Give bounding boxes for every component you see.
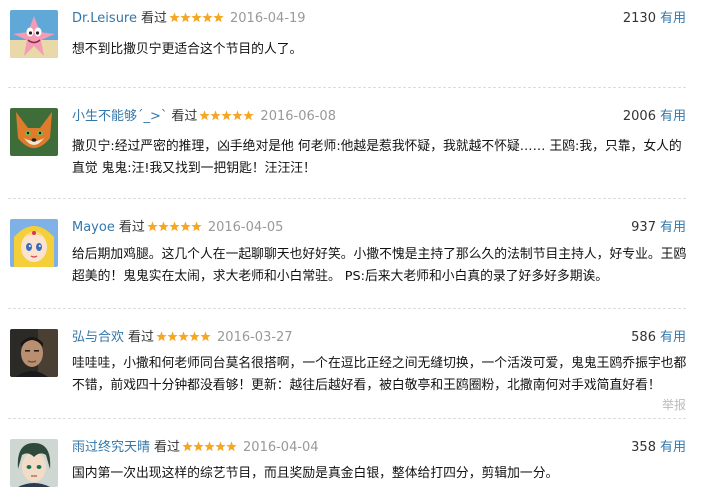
- star-icon: [204, 441, 215, 452]
- watch-status: 看过: [154, 440, 181, 455]
- star-icon: [178, 331, 189, 342]
- star-icon: [169, 12, 180, 23]
- user-name-link[interactable]: 雨过终究天晴: [72, 440, 150, 455]
- rating-stars: [199, 110, 255, 121]
- useful-button[interactable]: 有用: [660, 11, 686, 26]
- divider: [8, 87, 686, 88]
- cartoon-starfish-avatar-icon[interactable]: [10, 10, 58, 58]
- star-icon: [232, 110, 244, 121]
- review-list: Dr.Leisure 看过 2016-04-19 2130 有用 想不到比撒贝宁更适合…: [0, 0, 701, 498]
- star-icon: [189, 331, 200, 342]
- watch-status: 看过: [128, 330, 155, 345]
- star-icon: [182, 441, 193, 452]
- review-date: 2016-04-19: [230, 11, 306, 26]
- vote-area: 937 有用: [631, 219, 686, 237]
- review-header: 雨过终究天晴 看过 2016-04-04: [72, 439, 319, 457]
- star-icon: [156, 331, 167, 342]
- watch-status: 看过: [141, 11, 168, 26]
- star-icon: [199, 110, 211, 121]
- star-icon: [180, 12, 191, 23]
- vote-area: 586 有用: [631, 329, 686, 347]
- review-date: 2016-06-08: [260, 109, 336, 124]
- useful-button[interactable]: 有用: [660, 220, 686, 235]
- star-icon: [213, 12, 224, 23]
- divider: [8, 418, 686, 419]
- useful-button[interactable]: 有用: [660, 330, 686, 345]
- watch-status: 看过: [171, 109, 198, 124]
- anime-girl-avatar-icon[interactable]: [10, 219, 58, 267]
- review-content: 哇哇哇，小撒和何老师同台莫名很搭啊，一个在逗比正经之间无缝切换，一个活泼可爱，鬼…: [72, 356, 687, 393]
- anime-boy-avatar-icon[interactable]: [10, 439, 58, 487]
- star-icon: [191, 221, 202, 232]
- review-header: Mayoe 看过 2016-04-05: [72, 219, 283, 237]
- review-header: 小生不能够ˊ_>ˋ 看过 2016-06-08: [72, 108, 336, 126]
- vote-area: 2006 有用: [623, 108, 686, 126]
- vote-count: 937: [631, 220, 656, 235]
- report-link[interactable]: 举报: [662, 396, 686, 413]
- star-icon: [202, 12, 213, 23]
- vote-count: 358: [631, 440, 656, 455]
- review-content: 想不到比撒贝宁更适合这个节目的人了。: [72, 42, 303, 57]
- rating-stars: [156, 331, 211, 342]
- star-icon: [215, 441, 226, 452]
- star-icon: [243, 110, 255, 121]
- divider: [8, 308, 686, 309]
- review-content: 给后期加鸡腿。这几个人在一起聊聊天也好好笑。小撒不愧是主持了那么久的法制节目主持…: [72, 247, 687, 284]
- rating-stars: [169, 12, 224, 23]
- review-date: 2016-04-04: [243, 440, 319, 455]
- star-icon: [200, 331, 211, 342]
- star-icon: [147, 221, 158, 232]
- review-content: 国内第一次出现这样的综艺节目，而且奖励是真金白银，整体给打四分，剪辑加一分。: [72, 466, 559, 481]
- user-name-link[interactable]: 小生不能够ˊ_>ˋ: [72, 109, 167, 124]
- review-header: Dr.Leisure 看过 2016-04-19: [72, 10, 306, 28]
- useful-button[interactable]: 有用: [660, 109, 686, 124]
- rating-stars: [182, 441, 237, 452]
- divider: [8, 198, 686, 199]
- star-icon: [226, 441, 237, 452]
- user-name-link[interactable]: 弘与合欢: [72, 330, 124, 345]
- star-icon: [193, 441, 204, 452]
- star-icon: [221, 110, 233, 121]
- man-portrait-avatar-icon[interactable]: [10, 329, 58, 377]
- review-content: 撒贝宁:经过严密的推理，凶手绝对是他 何老师:他越是惹我怀疑，我就越不怀疑…… …: [72, 139, 682, 176]
- review-date: 2016-04-05: [207, 220, 284, 235]
- review-header: 弘与合欢 看过 2016-03-27: [72, 329, 293, 347]
- watch-status: 看过: [118, 220, 145, 235]
- star-icon: [191, 12, 202, 23]
- vote-area: 358 有用: [631, 439, 686, 457]
- vote-area: 2130 有用: [623, 10, 686, 28]
- star-icon: [210, 110, 222, 121]
- rating-stars: [147, 221, 202, 232]
- vote-count: 586: [631, 330, 656, 345]
- star-icon: [158, 221, 169, 232]
- useful-button[interactable]: 有用: [660, 440, 686, 455]
- user-name-link[interactable]: Mayoe: [72, 220, 115, 235]
- vote-count: 2130: [622, 11, 656, 26]
- vote-count: 2006: [622, 109, 656, 124]
- star-icon: [180, 221, 191, 232]
- user-name-link[interactable]: Dr.Leisure: [72, 11, 137, 26]
- star-icon: [167, 331, 178, 342]
- cartoon-fox-avatar-icon[interactable]: [10, 108, 58, 156]
- review-date: 2016-03-27: [217, 330, 293, 345]
- star-icon: [169, 221, 180, 232]
